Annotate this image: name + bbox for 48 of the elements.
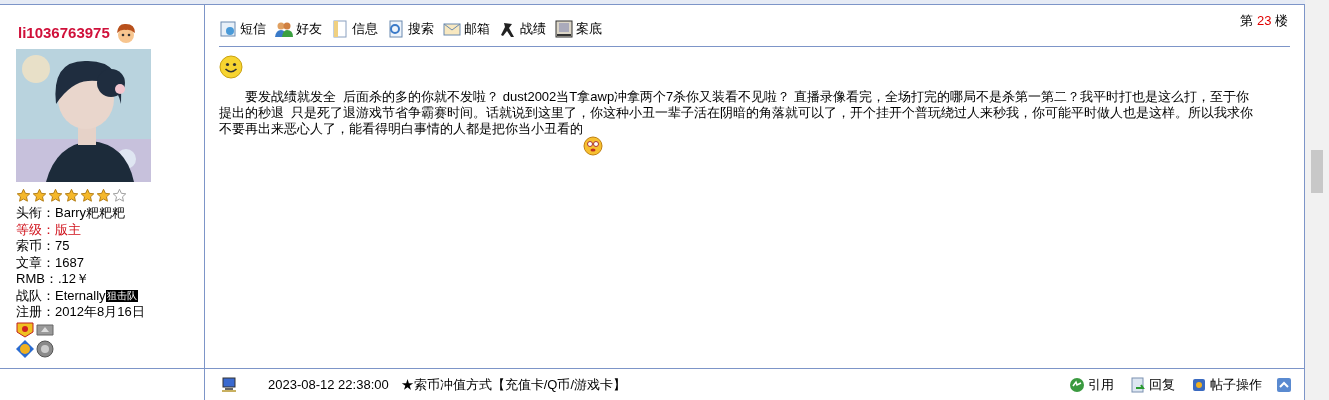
dizzy-face-icon [583, 136, 603, 156]
scrollbar-thumb[interactable] [1311, 150, 1323, 193]
post-action-link[interactable]: 引用 [1088, 374, 1114, 395]
field-value: Barry粑粑粑 [55, 205, 126, 222]
toolbar-link[interactable]: 好友 [296, 18, 322, 39]
back-to-top-icon[interactable] [1276, 376, 1292, 393]
document-icon [331, 19, 349, 38]
quote-icon [1069, 376, 1085, 393]
star-icon [48, 188, 63, 203]
portrait-icon [555, 19, 573, 38]
promo-link[interactable]: ★索币冲值方式【充值卡/Q币/游戏卡】 [400, 374, 627, 395]
post-time: 2023-08-12 22:38:00 [268, 375, 389, 394]
field-label: 文章： [16, 254, 55, 271]
search-icon [387, 19, 405, 38]
field-value: Eternally [55, 287, 106, 304]
toolbar-link[interactable]: 短信 [240, 18, 266, 39]
field-label: 注册： [16, 304, 55, 321]
post-action-link[interactable]: 回复 [1149, 374, 1175, 395]
star-icon [96, 188, 111, 203]
toolbar-link[interactable]: 案底 [576, 18, 602, 39]
field-value: 1687 [55, 254, 84, 271]
star-icon [64, 188, 79, 203]
post-text: 要发战绩就发全 后面杀的多的你就不发啦？ dust2002当T拿awp冲拿两个7杀你又装看不见啦？ 直播录像看完，全场打完的哪局不是杀第一第二？我平时打也是这么打，至于你提出的秒退 只是死了退游戏节省争霸赛时间。话就说到这里了，你这种小丑一辈子活在阴暗的角落就可以了，开个挂开个普玩绕过人来秒我，你可能平时做人也是这样。所以我求你不要再出来恶心人了，能看得明白事情的人都是把你当小丑看的 [219, 89, 1254, 136]
field-label: 等级： [16, 221, 55, 238]
computer-icon [221, 376, 237, 393]
message-icon [219, 19, 237, 38]
field-value: .12￥ [57, 271, 89, 288]
floor-number: 第 23 楼 [1240, 12, 1288, 28]
username-link[interactable]: li1036763975 [18, 21, 110, 45]
toolbar-link[interactable]: 信息 [352, 18, 378, 39]
field-label: 索币： [16, 238, 55, 255]
field-label: 头衔： [16, 205, 55, 222]
star-icon [80, 188, 95, 203]
field-label: 战队： [16, 287, 55, 304]
team-badge: 狙击队 [105, 289, 138, 302]
field-value: 2012年8月16日 [55, 304, 145, 321]
reply-icon [1130, 376, 1146, 393]
smiley-icon [219, 55, 243, 79]
field-value: 版主 [55, 221, 81, 238]
field-value: 75 [55, 238, 70, 255]
star-icon [16, 188, 31, 203]
field-label: RMB： [16, 271, 58, 288]
settings-icon [1191, 376, 1207, 393]
post-action-link[interactable]: 帖子操作 [1210, 374, 1262, 395]
toolbar-link[interactable]: 邮箱 [464, 18, 490, 39]
toolbar-link[interactable]: 搜索 [408, 18, 434, 39]
toolbar-link[interactable]: 战绩 [520, 18, 546, 39]
star-icon [32, 188, 47, 203]
